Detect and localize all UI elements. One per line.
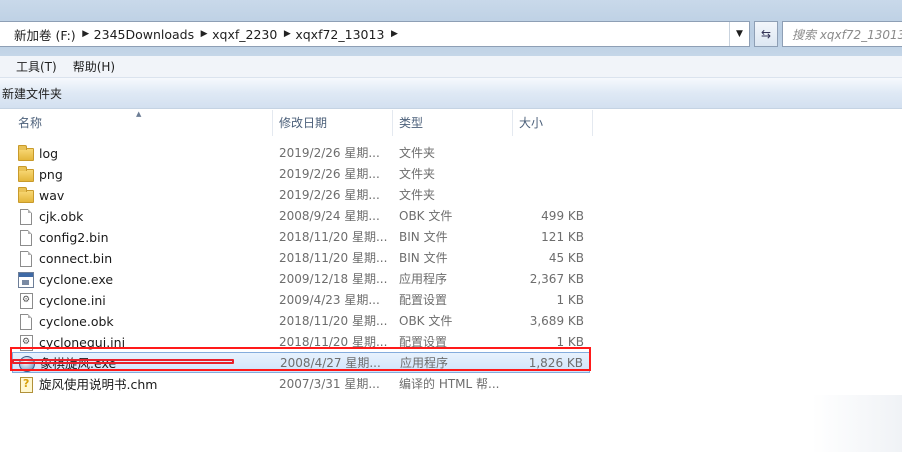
file-type: 编译的 HTML 帮... bbox=[399, 377, 500, 391]
file-name: 旋风使用说明书.chm bbox=[39, 377, 158, 392]
file-icon bbox=[20, 230, 32, 246]
file-row[interactable]: wav 2019/2/26 星期... 文件夹 bbox=[12, 185, 590, 206]
file-type: 文件夹 bbox=[399, 167, 436, 181]
file-type: OBK 文件 bbox=[399, 314, 453, 328]
file-size: 1 KB bbox=[556, 293, 584, 307]
file-type: 应用程序 bbox=[399, 272, 448, 286]
new-folder-button[interactable]: 新建文件夹 bbox=[2, 85, 62, 102]
file-name: wav bbox=[39, 188, 65, 203]
file-row[interactable]: config2.bin 2018/11/20 星期... BIN 文件 121 … bbox=[12, 227, 590, 248]
command-bar: 新建文件夹 bbox=[0, 78, 902, 109]
file-name: cjk.obk bbox=[39, 209, 84, 224]
file-row[interactable]: log 2019/2/26 星期... 文件夹 bbox=[12, 143, 590, 164]
search-input[interactable]: 搜索 xqxf72_13013 bbox=[782, 21, 902, 47]
folder-icon bbox=[18, 145, 34, 161]
breadcrumb-xqxf72-13013[interactable]: xqxf72_13013 bbox=[295, 27, 386, 42]
breadcrumb-xqxf-2230[interactable]: xqxf_2230 bbox=[212, 27, 279, 42]
chevron-right-icon[interactable]: ▶ bbox=[279, 29, 295, 39]
settings-file-icon bbox=[20, 293, 33, 309]
file-type: 文件夹 bbox=[399, 188, 436, 202]
refresh-icon: ⇆ bbox=[760, 27, 772, 41]
chevron-down-icon[interactable]: ▼ bbox=[729, 22, 749, 46]
file-size: 2,367 KB bbox=[529, 272, 584, 286]
column-header-name[interactable]: 名称 bbox=[12, 110, 273, 136]
help-file-icon bbox=[20, 377, 33, 393]
file-name: png bbox=[39, 167, 63, 182]
file-name: log bbox=[39, 146, 59, 161]
file-type: OBK 文件 bbox=[399, 209, 453, 223]
file-date: 2019/2/26 星期... bbox=[279, 167, 380, 181]
file-row[interactable]: connect.bin 2018/11/20 星期... BIN 文件 45 K… bbox=[12, 248, 590, 269]
file-date: 2018/11/20 星期... bbox=[279, 251, 388, 265]
file-type: 配置设置 bbox=[399, 293, 448, 307]
file-name: connect.bin bbox=[39, 251, 113, 266]
chevron-right-icon[interactable]: ▶ bbox=[78, 29, 94, 39]
file-row[interactable]: png 2019/2/26 星期... 文件夹 bbox=[12, 164, 590, 185]
column-header-size[interactable]: 大小 bbox=[513, 110, 593, 136]
annotation-underline bbox=[12, 359, 234, 364]
explorer-top-bar: 新加卷 (F:) ▶ 2345Downloads ▶ xqxf_2230 ▶ x… bbox=[0, 0, 902, 56]
file-type: BIN 文件 bbox=[399, 230, 448, 244]
folder-icon bbox=[18, 166, 34, 182]
file-date: 2019/2/26 星期... bbox=[279, 146, 380, 160]
corner-fade bbox=[812, 395, 902, 452]
folder-icon bbox=[18, 187, 34, 203]
file-name: cyclone.obk bbox=[39, 314, 114, 329]
file-size: 121 KB bbox=[541, 230, 584, 244]
menu-bar: 工具(T) 帮助(H) bbox=[0, 56, 902, 78]
file-date: 2009/4/23 星期... bbox=[279, 293, 380, 307]
file-size: 45 KB bbox=[548, 251, 584, 265]
file-row[interactable]: cjk.obk 2008/9/24 星期... OBK 文件 499 KB bbox=[12, 206, 590, 227]
file-icon bbox=[20, 314, 32, 330]
file-row[interactable]: cyclone.exe 2009/12/18 星期... 应用程序 2,367 … bbox=[12, 269, 590, 290]
file-name: cyclone.exe bbox=[39, 272, 114, 287]
file-type: BIN 文件 bbox=[399, 251, 448, 265]
file-size: 499 KB bbox=[541, 209, 584, 223]
file-date: 2009/12/18 星期... bbox=[279, 272, 388, 286]
chevron-right-icon[interactable]: ▶ bbox=[196, 29, 212, 39]
breadcrumb-2345downloads[interactable]: 2345Downloads bbox=[94, 27, 196, 42]
file-row[interactable]: cyclone.ini 2009/4/23 星期... 配置设置 1 KB bbox=[12, 290, 590, 311]
menu-help[interactable]: 帮助(H) bbox=[65, 58, 123, 75]
address-bar[interactable]: 新加卷 (F:) ▶ 2345Downloads ▶ xqxf_2230 ▶ x… bbox=[0, 21, 750, 47]
file-date: 2007/3/31 星期... bbox=[279, 377, 380, 391]
file-size: 3,689 KB bbox=[529, 314, 584, 328]
file-name: config2.bin bbox=[39, 230, 109, 245]
file-date: 2018/11/20 星期... bbox=[279, 314, 388, 328]
file-date: 2018/11/20 星期... bbox=[279, 230, 388, 244]
column-header-type[interactable]: 类型 bbox=[393, 110, 513, 136]
file-row[interactable]: 旋风使用说明书.chm 2007/3/31 星期... 编译的 HTML 帮..… bbox=[12, 374, 590, 395]
file-date: 2019/2/26 星期... bbox=[279, 188, 380, 202]
exe-icon bbox=[18, 272, 34, 288]
column-header-date[interactable]: 修改日期 bbox=[273, 110, 393, 136]
chevron-right-icon[interactable]: ▶ bbox=[386, 29, 402, 39]
breadcrumb-drive[interactable]: 新加卷 (F:) bbox=[0, 25, 78, 44]
file-type: 文件夹 bbox=[399, 146, 436, 160]
file-name: cyclone.ini bbox=[39, 293, 106, 308]
file-icon bbox=[20, 209, 32, 225]
refresh-button[interactable]: ⇆ bbox=[754, 21, 778, 47]
column-headers: ▲ 名称 修改日期 类型 大小 bbox=[0, 110, 902, 136]
menu-tools[interactable]: 工具(T) bbox=[8, 58, 65, 75]
file-date: 2008/9/24 星期... bbox=[279, 209, 380, 223]
file-icon bbox=[20, 251, 32, 267]
file-row[interactable]: cyclone.obk 2018/11/20 星期... OBK 文件 3,68… bbox=[12, 311, 590, 332]
